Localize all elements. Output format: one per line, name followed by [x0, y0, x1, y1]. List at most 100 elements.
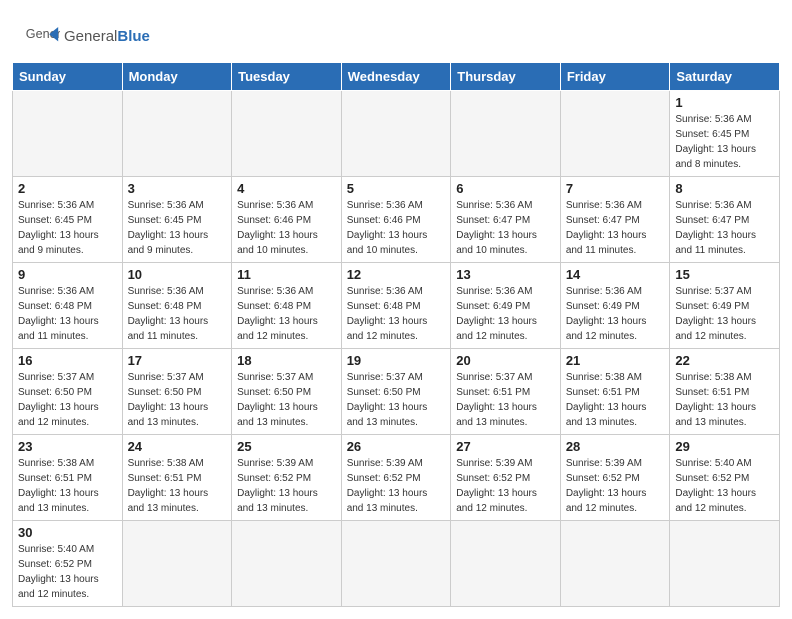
day-number: 11 [237, 267, 336, 282]
calendar-week-row: 2Sunrise: 5:36 AM Sunset: 6:45 PM Daylig… [13, 177, 780, 263]
weekday-header-wednesday: Wednesday [341, 63, 451, 91]
day-number: 28 [566, 439, 665, 454]
day-info: Sunrise: 5:36 AM Sunset: 6:46 PM Dayligh… [237, 198, 336, 258]
calendar-cell: 2Sunrise: 5:36 AM Sunset: 6:45 PM Daylig… [13, 177, 123, 263]
calendar-cell [232, 521, 342, 607]
day-number: 18 [237, 353, 336, 368]
calendar-week-row: 16Sunrise: 5:37 AM Sunset: 6:50 PM Dayli… [13, 349, 780, 435]
day-number: 29 [675, 439, 774, 454]
calendar-cell: 19 Sunrise: 5:37 AM Sunset: 6:50 PM Dayli… [341, 349, 451, 435]
day-info: Sunrise: 5:36 AM Sunset: 6:47 PM Dayligh… [566, 198, 665, 258]
day-info: Sunrise: 5:36 AM Sunset: 6:49 PM Dayligh… [566, 284, 665, 344]
day-info: Sunrise: 5:38 AM Sunset: 6:51 PM Dayligh… [128, 456, 227, 516]
calendar-table: SundayMondayTuesdayWednesdayThursdayFrid… [12, 62, 780, 607]
calendar-week-row: 30 Sunrise: 5:40 AM Sunset: 6:52 PM Dayli… [13, 521, 780, 607]
calendar-wrapper: SundayMondayTuesdayWednesdayThursdayFrid… [0, 62, 792, 619]
day-info: Sunrise: 5:36 AM Sunset: 6:45 PM Dayligh… [18, 198, 117, 258]
calendar-cell: 9 Sunrise: 5:36 AM Sunset: 6:48 PM Daylig… [13, 263, 123, 349]
day-number: 27 [456, 439, 555, 454]
day-number: 17 [128, 353, 227, 368]
day-info: Sunrise: 5:37 AM Sunset: 6:49 PM Dayligh… [675, 284, 774, 344]
day-info: Sunrise: 5:36 AM Sunset: 6:45 PM Dayligh… [128, 198, 227, 258]
calendar-cell: 29 Sunrise: 5:40 AM Sunset: 6:52 PM Dayli… [670, 435, 780, 521]
calendar-cell: 24 Sunrise: 5:38 AM Sunset: 6:51 PM Dayli… [122, 435, 232, 521]
day-info: Sunrise: 5:40 AM Sunset: 6:52 PM Dayligh… [18, 542, 117, 602]
calendar-cell [13, 91, 123, 177]
day-number: 23 [18, 439, 117, 454]
day-number: 4 [237, 181, 336, 196]
calendar-cell: 16Sunrise: 5:37 AM Sunset: 6:50 PM Dayli… [13, 349, 123, 435]
day-number: 25 [237, 439, 336, 454]
day-info: Sunrise: 5:37 AM Sunset: 6:50 PM Dayligh… [128, 370, 227, 430]
day-info: Sunrise: 5:38 AM Sunset: 6:51 PM Dayligh… [566, 370, 665, 430]
calendar-cell: 26 Sunrise: 5:39 AM Sunset: 6:52 PM Dayli… [341, 435, 451, 521]
calendar-cell: 8 Sunrise: 5:36 AM Sunset: 6:47 PM Daylig… [670, 177, 780, 263]
weekday-header-sunday: Sunday [13, 63, 123, 91]
calendar-cell: 14 Sunrise: 5:36 AM Sunset: 6:49 PM Dayli… [560, 263, 670, 349]
calendar-week-row: 23 Sunrise: 5:38 AM Sunset: 6:51 PM Dayli… [13, 435, 780, 521]
calendar-week-row: 9 Sunrise: 5:36 AM Sunset: 6:48 PM Daylig… [13, 263, 780, 349]
calendar-cell: 12 Sunrise: 5:36 AM Sunset: 6:48 PM Dayli… [341, 263, 451, 349]
day-number: 10 [128, 267, 227, 282]
day-info: Sunrise: 5:36 AM Sunset: 6:48 PM Dayligh… [347, 284, 446, 344]
calendar-cell [341, 521, 451, 607]
logo-icon: General [24, 18, 60, 54]
calendar-cell [122, 91, 232, 177]
day-number: 19 [347, 353, 446, 368]
calendar-cell: 21 Sunrise: 5:38 AM Sunset: 6:51 PM Dayli… [560, 349, 670, 435]
day-info: Sunrise: 5:39 AM Sunset: 6:52 PM Dayligh… [566, 456, 665, 516]
day-info: Sunrise: 5:36 AM Sunset: 6:46 PM Dayligh… [347, 198, 446, 258]
page-header: General GeneralBlue [0, 0, 792, 62]
calendar-cell: 7 Sunrise: 5:36 AM Sunset: 6:47 PM Daylig… [560, 177, 670, 263]
day-number: 21 [566, 353, 665, 368]
day-number: 8 [675, 181, 774, 196]
day-info: Sunrise: 5:36 AM Sunset: 6:48 PM Dayligh… [237, 284, 336, 344]
day-info: Sunrise: 5:36 AM Sunset: 6:48 PM Dayligh… [18, 284, 117, 344]
calendar-cell: 4 Sunrise: 5:36 AM Sunset: 6:46 PM Daylig… [232, 177, 342, 263]
day-number: 14 [566, 267, 665, 282]
day-number: 24 [128, 439, 227, 454]
day-info: Sunrise: 5:37 AM Sunset: 6:50 PM Dayligh… [347, 370, 446, 430]
day-number: 26 [347, 439, 446, 454]
calendar-cell: 27 Sunrise: 5:39 AM Sunset: 6:52 PM Dayli… [451, 435, 561, 521]
calendar-cell: 5Sunrise: 5:36 AM Sunset: 6:46 PM Daylig… [341, 177, 451, 263]
day-info: Sunrise: 5:38 AM Sunset: 6:51 PM Dayligh… [675, 370, 774, 430]
weekday-header-tuesday: Tuesday [232, 63, 342, 91]
logo: General GeneralBlue [24, 18, 150, 54]
day-info: Sunrise: 5:37 AM Sunset: 6:50 PM Dayligh… [18, 370, 117, 430]
day-info: Sunrise: 5:39 AM Sunset: 6:52 PM Dayligh… [456, 456, 555, 516]
calendar-cell: 20Sunrise: 5:37 AM Sunset: 6:51 PM Dayli… [451, 349, 561, 435]
day-info: Sunrise: 5:36 AM Sunset: 6:47 PM Dayligh… [675, 198, 774, 258]
day-info: Sunrise: 5:36 AM Sunset: 6:45 PM Dayligh… [675, 112, 774, 172]
logo-general: GeneralBlue [64, 28, 150, 45]
calendar-cell: 3Sunrise: 5:36 AM Sunset: 6:45 PM Daylig… [122, 177, 232, 263]
day-info: Sunrise: 5:40 AM Sunset: 6:52 PM Dayligh… [675, 456, 774, 516]
day-number: 6 [456, 181, 555, 196]
calendar-cell: 18 Sunrise: 5:37 AM Sunset: 6:50 PM Dayli… [232, 349, 342, 435]
calendar-cell: 1 Sunrise: 5:36 AM Sunset: 6:45 PM Daylig… [670, 91, 780, 177]
day-number: 30 [18, 525, 117, 540]
calendar-cell [122, 521, 232, 607]
day-number: 1 [675, 95, 774, 110]
day-number: 7 [566, 181, 665, 196]
weekday-header-monday: Monday [122, 63, 232, 91]
day-info: Sunrise: 5:37 AM Sunset: 6:50 PM Dayligh… [237, 370, 336, 430]
day-number: 15 [675, 267, 774, 282]
day-number: 12 [347, 267, 446, 282]
day-info: Sunrise: 5:39 AM Sunset: 6:52 PM Dayligh… [237, 456, 336, 516]
calendar-cell: 28 Sunrise: 5:39 AM Sunset: 6:52 PM Dayli… [560, 435, 670, 521]
day-info: Sunrise: 5:39 AM Sunset: 6:52 PM Dayligh… [347, 456, 446, 516]
calendar-body: 1 Sunrise: 5:36 AM Sunset: 6:45 PM Daylig… [13, 91, 780, 607]
day-number: 9 [18, 267, 117, 282]
calendar-cell: 13Sunrise: 5:36 AM Sunset: 6:49 PM Dayli… [451, 263, 561, 349]
calendar-cell [451, 521, 561, 607]
calendar-cell [232, 91, 342, 177]
calendar-cell: 6Sunrise: 5:36 AM Sunset: 6:47 PM Daylig… [451, 177, 561, 263]
weekday-header-thursday: Thursday [451, 63, 561, 91]
calendar-cell: 11 Sunrise: 5:36 AM Sunset: 6:48 PM Dayli… [232, 263, 342, 349]
calendar-cell: 10Sunrise: 5:36 AM Sunset: 6:48 PM Dayli… [122, 263, 232, 349]
weekday-header-saturday: Saturday [670, 63, 780, 91]
calendar-cell [670, 521, 780, 607]
calendar-cell: 30 Sunrise: 5:40 AM Sunset: 6:52 PM Dayli… [13, 521, 123, 607]
weekday-header-row: SundayMondayTuesdayWednesdayThursdayFrid… [13, 63, 780, 91]
